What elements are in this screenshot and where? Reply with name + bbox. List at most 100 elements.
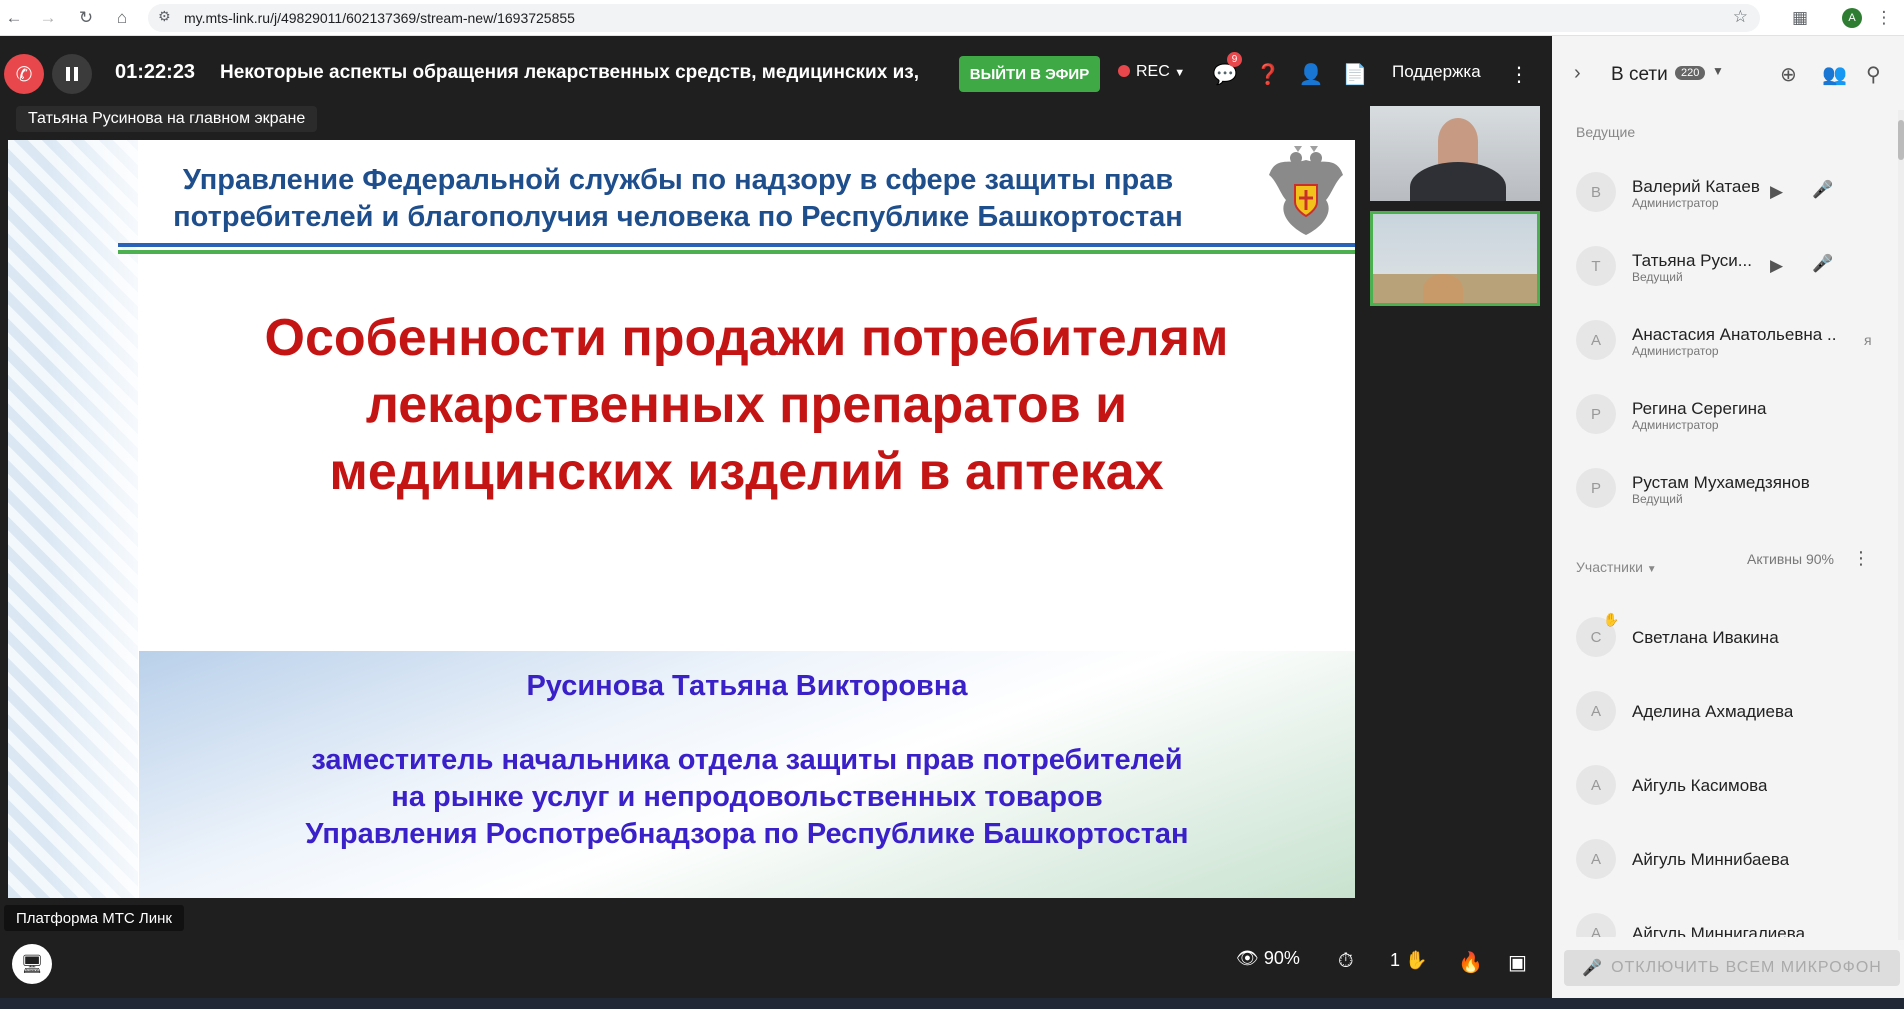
camera-thumbnail[interactable] — [1370, 106, 1540, 201]
participant-extra: я — [1864, 332, 1872, 348]
layout-icon[interactable]: ▣ — [1508, 950, 1527, 975]
screen-share-button[interactable]: 🖥 — [12, 944, 52, 984]
tune-icon[interactable]: ⚙ — [158, 8, 171, 25]
pause-button[interactable] — [52, 54, 92, 94]
avatar: А — [1576, 691, 1616, 731]
participant-name: Светлана Ивакина — [1632, 628, 1779, 647]
star-icon[interactable]: ☆ — [1733, 7, 1748, 27]
viewers-indicator[interactable]: 👁 90% — [1236, 948, 1300, 969]
avatar: А — [1576, 839, 1616, 879]
participant-role: Ведущий — [1632, 270, 1683, 284]
address-bar[interactable]: ⚙ my.mts-link.ru/j/49829011/602137369/st… — [148, 4, 1760, 32]
home-icon[interactable]: ⌂ — [108, 4, 136, 32]
person-body — [1410, 162, 1506, 201]
speaker-name: Русинова Татьяна Викторовна — [526, 670, 968, 702]
avatar: В — [1576, 172, 1616, 212]
eagle-emblem-icon — [1269, 146, 1343, 235]
avatar: А — [1576, 765, 1616, 805]
people-icon[interactable]: 👥 — [1822, 62, 1847, 87]
chat-badge: 9 — [1227, 52, 1242, 67]
forward-icon[interactable]: → — [34, 4, 62, 32]
avatar: Р — [1576, 394, 1616, 434]
more-vertical-icon[interactable]: ⋮ — [1852, 548, 1870, 569]
browser-menu-icon[interactable]: ⋮ — [1870, 4, 1898, 32]
document-icon[interactable]: 📄 — [1341, 60, 1369, 88]
video-camera-icon[interactable]: ▶ — [1770, 182, 1783, 202]
go-live-button[interactable]: ВЫЙТИ В ЭФИР — [959, 56, 1100, 92]
browser-toolbar: ← → ↻ ⌂ ⚙ my.mts-link.ru/j/49829011/6021… — [0, 0, 1904, 36]
collapse-chevron-icon[interactable]: › — [1574, 62, 1581, 85]
chevron-down-icon[interactable]: ▼ — [1712, 64, 1724, 78]
participant-role: Ведущий — [1632, 492, 1683, 506]
participant-name: Айгуль Миннибаева — [1632, 850, 1790, 869]
person-icon[interactable]: 👤 — [1297, 60, 1325, 88]
mute-all-label: ОТКЛЮЧИТЬ ВСЕМ МИКРОФОН — [1611, 959, 1882, 976]
avatar: А — [1576, 913, 1616, 937]
microphone-icon[interactable]: 🎤 — [1812, 254, 1833, 274]
sidebar-scrollbar[interactable] — [1898, 110, 1904, 940]
slide-title-line: лекарственных препаратов и — [365, 376, 1128, 434]
speaker-role-line: заместитель начальника отдела защиты пра… — [311, 744, 1183, 776]
avatar: А — [1576, 320, 1616, 360]
speaker-role-line: Управления Роспотребнадзора по Республик… — [305, 818, 1189, 850]
viewers-percent: 90% — [1263, 948, 1300, 968]
participant-name: Валерий Катаев — [1632, 177, 1760, 196]
participant-name: Регина Серегина — [1632, 399, 1767, 418]
on-screen-label: Татьяна Русинова на главном экране — [16, 106, 318, 132]
search-icon[interactable]: ⚲ — [1866, 62, 1881, 87]
hands-count: 1 — [1390, 950, 1401, 970]
mute-all-button[interactable]: 🎤 ОТКЛЮЧИТЬ ВСЕМ МИКРОФОН — [1564, 950, 1900, 986]
end-call-button[interactable]: ✆ — [4, 54, 44, 94]
support-link[interactable]: Поддержка — [1392, 62, 1481, 82]
participant-row[interactable]: А Айгуль Миннигалиева — [1552, 913, 1898, 937]
extensions-icon[interactable]: ▦ — [1786, 4, 1814, 32]
mic-off-icon: 🎤 — [1582, 960, 1604, 977]
camera-thumbnail-active[interactable] — [1370, 211, 1540, 306]
broadcast-timer: 01:22:23 — [115, 61, 196, 83]
profile-avatar[interactable]: A — [1842, 8, 1862, 28]
reload-icon[interactable]: ↻ — [72, 4, 100, 32]
os-taskbar — [0, 998, 1904, 1009]
participant-role: Администратор — [1632, 418, 1719, 432]
back-icon[interactable]: ← — [0, 4, 28, 32]
participant-name: Татьяна Руси... — [1632, 251, 1752, 270]
video-camera-icon[interactable]: ▶ — [1770, 256, 1783, 276]
speaker-role-line: на рынке услуг и непродовольственных тов… — [391, 781, 1103, 813]
slide-header: Управление Федеральной службы по надзору… — [108, 162, 1248, 236]
speaker-role: заместитель начальника отдела защиты пра… — [139, 742, 1355, 853]
header-rule-blue — [118, 243, 1355, 247]
avatar: Т — [1576, 246, 1616, 286]
header-rule-green — [118, 250, 1355, 254]
monitor-icon: 🖥 — [20, 953, 44, 974]
add-icon[interactable]: ⊕ — [1780, 62, 1797, 87]
participant-name: Аделина Ахмадиева — [1632, 702, 1794, 721]
hand-icon: ✋ — [1405, 950, 1428, 970]
participant-name: Айгуль Касимова — [1632, 776, 1768, 795]
question-icon[interactable]: ❓ — [1254, 60, 1282, 88]
hangup-icon: ✆ — [15, 63, 33, 86]
participant-role: Администратор — [1632, 196, 1719, 210]
record-control[interactable]: REC ▼ — [1118, 63, 1185, 81]
raised-hands-button[interactable]: 1 ✋ — [1390, 950, 1427, 971]
slide-header-line: Управление Федеральной службы по надзору… — [182, 164, 1174, 196]
participant-name: Айгуль Миннигалиева — [1632, 924, 1806, 937]
person-head — [1423, 274, 1463, 303]
chevron-down-icon: ▼ — [1646, 564, 1657, 575]
eye-icon: 👁 — [1236, 948, 1259, 968]
participants-label: Участники — [1576, 559, 1643, 575]
timer-icon[interactable]: ⏱ — [1338, 950, 1354, 973]
record-dot-icon — [1118, 65, 1130, 77]
participants-section-label[interactable]: Участники ▼ — [1576, 559, 1657, 575]
participant-name: Рустам Мухамедзянов — [1632, 473, 1810, 492]
participant-name: Анастасия Анатольевна ... — [1632, 325, 1837, 344]
microphone-icon[interactable]: 🎤 — [1812, 180, 1833, 200]
hosts-section-label: Ведущие — [1576, 124, 1636, 140]
chevron-down-icon: ▼ — [1174, 67, 1186, 79]
slide-title-line: Особенности продажи потребителям — [264, 309, 1229, 367]
slide-header-line: потребителей и благополучия человека по … — [173, 201, 1183, 233]
person-head — [1438, 118, 1478, 164]
rec-label: REC — [1136, 63, 1170, 80]
sidebar-scrollbar-thumb[interactable] — [1898, 120, 1904, 160]
fire-icon[interactable]: 🔥 — [1458, 950, 1483, 975]
more-vertical-icon[interactable]: ⋮ — [1505, 60, 1533, 88]
